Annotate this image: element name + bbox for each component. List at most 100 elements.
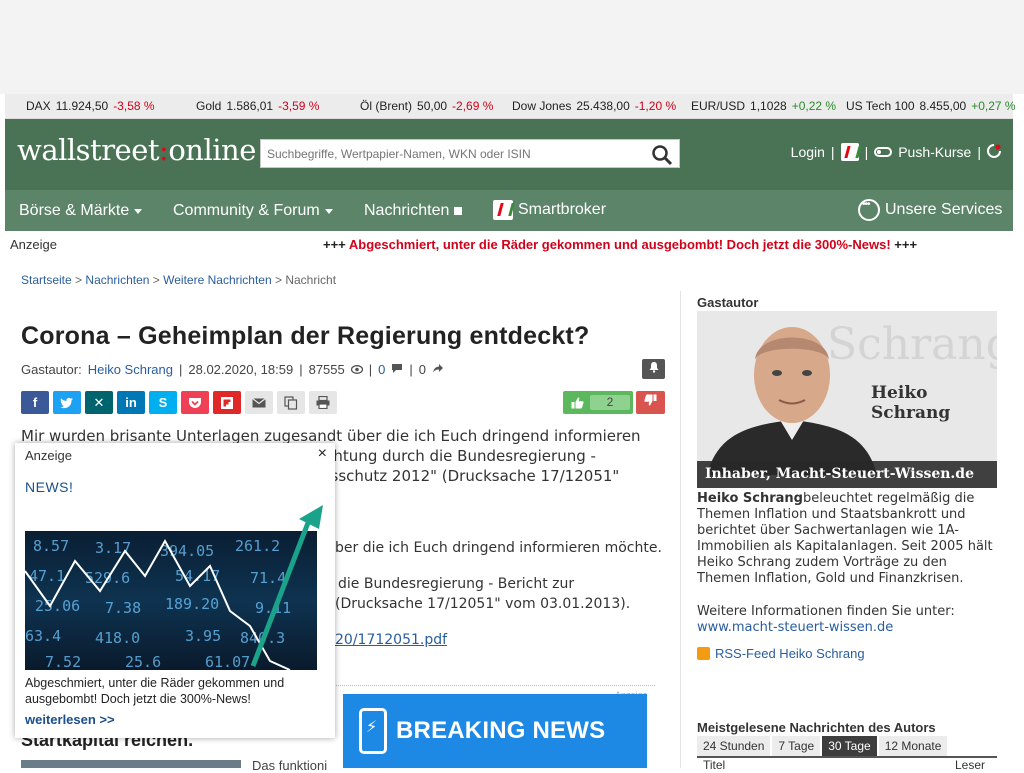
- print-button[interactable]: [309, 391, 337, 414]
- article-date: 28.02.2020, 18:59: [188, 362, 294, 377]
- twitter-icon: [60, 397, 73, 408]
- author-photo[interactable]: Schrang Heiko Schrang Inhaber, Macht-Ste…: [697, 311, 997, 488]
- thumbs-up-icon: [571, 397, 584, 408]
- smartbroker-icon[interactable]: [840, 143, 859, 161]
- dislike-button[interactable]: [636, 391, 665, 414]
- ticker-value: 1,1028: [750, 99, 787, 113]
- skype-share-button[interactable]: S: [149, 391, 177, 414]
- tab-12-monate[interactable]: 12 Monate: [878, 736, 948, 756]
- ad-label: Anzeige: [25, 448, 72, 463]
- ticker-value: 25.438,00: [576, 99, 630, 113]
- site-logo[interactable]: wallstreet:online: [17, 133, 256, 167]
- smartbroker-icon: [493, 200, 513, 220]
- svg-text:25.06: 25.06: [35, 597, 80, 615]
- svg-text:61.07: 61.07: [205, 653, 250, 670]
- linkedin-share-button[interactable]: in: [117, 391, 145, 414]
- share-buttons: f ✕ in S: [21, 391, 337, 414]
- breaking-news-banner[interactable]: BREAKING NEWS: [343, 694, 647, 768]
- author-link[interactable]: Heiko Schrang: [88, 362, 173, 377]
- site-header: wallstreet:online Login | | Push-Kurse |: [5, 119, 1013, 190]
- nav-smartbroker[interactable]: Smartbroker: [493, 200, 606, 220]
- email-share-button[interactable]: [245, 391, 273, 414]
- bell-icon: [649, 362, 658, 373]
- teaser-image[interactable]: [21, 760, 241, 768]
- flipboard-share-button[interactable]: [213, 391, 241, 414]
- notification-bell-button[interactable]: [642, 359, 665, 379]
- comment-count[interactable]: 0: [378, 362, 385, 377]
- ticker-name: EUR/USD: [691, 99, 746, 113]
- ad-promo-link[interactable]: +++ Abgeschmiert, unter die Räder gekomm…: [323, 237, 917, 252]
- floating-ad: Anzeige × NEWS! 8.57 3.17 394.05 261.2 47.1…: [15, 443, 335, 738]
- ticker-change: -2,69 %: [452, 99, 494, 113]
- search-input[interactable]: [261, 140, 641, 167]
- chevron-down-icon: [324, 208, 333, 214]
- pocket-share-button[interactable]: [181, 391, 209, 414]
- ticker-item-gold[interactable]: Gold 1.586,01 -3,59 %: [196, 99, 319, 113]
- column-readers: Leser: [954, 758, 985, 772]
- ticker-item-oil[interactable]: Öl (Brent) 50,00 -2,69 %: [360, 99, 493, 113]
- like-button[interactable]: 2: [563, 391, 633, 414]
- ticker-item-us-tech-100[interactable]: US Tech 100 8.455,00 +0,27 %: [846, 99, 1016, 113]
- login-link[interactable]: Login: [791, 144, 825, 160]
- view-count: 87555: [308, 362, 345, 377]
- twitter-share-button[interactable]: [53, 391, 81, 414]
- breadcrumb-sep: >: [75, 273, 83, 287]
- article-title: Corona – Geheimplan der Regierung entdec…: [21, 322, 590, 350]
- divider: |: [178, 362, 183, 377]
- push-kurse-toggle[interactable]: Push-Kurse: [898, 144, 971, 160]
- tab-24-stunden[interactable]: 24 Stunden: [697, 736, 771, 756]
- phone-icon: [359, 708, 387, 754]
- ticker-item-eur-usd[interactable]: EUR/USD 1,1028 +0,22 %: [691, 99, 836, 113]
- toggle-icon[interactable]: [874, 147, 893, 157]
- most-read-table-header: Titel Leser: [697, 756, 997, 772]
- search-box: [260, 139, 680, 168]
- nav-community-forum[interactable]: Community & Forum: [173, 202, 333, 220]
- ticker-name: US Tech 100: [846, 99, 915, 113]
- nav-unsere-services[interactable]: Unsere Services: [858, 199, 1002, 221]
- share-count: 0: [418, 362, 426, 377]
- search-icon[interactable]: [651, 144, 673, 171]
- rss-feed-link[interactable]: RSS-Feed Heiko Schrang: [715, 646, 865, 661]
- rss-feed: RSS-Feed Heiko Schrang: [697, 646, 865, 661]
- breadcrumb-sep: >: [274, 273, 282, 287]
- svg-text:3.17: 3.17: [95, 539, 131, 557]
- nav-boerse-maerkte[interactable]: Börse & Märkte: [19, 202, 143, 220]
- print-icon: [316, 396, 330, 409]
- nav-label: Community & Forum: [173, 202, 320, 219]
- breadcrumb: Startseite > Nachrichten > Weitere Nachr…: [21, 273, 336, 287]
- tab-30-tage[interactable]: 30 Tage: [822, 736, 877, 756]
- ad-read-more-link[interactable]: weiterlesen >>: [25, 712, 115, 727]
- notification-icon[interactable]: [987, 143, 1001, 161]
- author-label: Gastautor:: [21, 362, 82, 377]
- ad-brand: NEWS!: [25, 479, 74, 495]
- nav-nachrichten[interactable]: Nachrichten: [364, 202, 463, 220]
- close-icon[interactable]: ×: [318, 445, 327, 463]
- most-read-tabs: 24 Stunden 7 Tage 30 Tage 12 Monate: [697, 736, 948, 756]
- svg-text:7.38: 7.38: [105, 599, 141, 617]
- nav-label: Börse & Märkte: [19, 202, 130, 219]
- ticker-name: Dow Jones: [512, 99, 572, 113]
- xing-share-button[interactable]: ✕: [85, 391, 113, 414]
- author-website-link[interactable]: www.macht-steuert-wissen.de: [697, 620, 893, 635]
- tab-7-tage[interactable]: 7 Tage: [772, 736, 821, 756]
- share-arrow-icon[interactable]: [432, 362, 444, 377]
- arrow-up-icon: [250, 505, 323, 667]
- ticker-item-dax[interactable]: DAX 11.924,50 -3,58 %: [26, 99, 155, 113]
- photo-caption: Inhaber, Macht-Steuert-Wissen.de: [697, 461, 997, 488]
- eye-icon: [350, 362, 363, 377]
- author-bio: Heiko Schrangbeleuchtet regelmäßig die T…: [697, 491, 997, 587]
- comment-icon[interactable]: [391, 362, 403, 377]
- divider: |: [409, 362, 413, 377]
- body-paragraph: die Bundesregierung - Bericht zur: [338, 576, 575, 592]
- breadcrumb-more-news[interactable]: Weitere Nachrichten: [163, 273, 272, 287]
- rss-icon: [697, 647, 710, 660]
- pdf-link[interactable]: 20/1712051.pdf: [335, 632, 447, 648]
- svg-text:8.57: 8.57: [33, 537, 69, 555]
- copy-link-button[interactable]: [277, 391, 305, 414]
- ticker-item-dow-jones[interactable]: Dow Jones 25.438,00 -1,20 %: [512, 99, 676, 113]
- breadcrumb-home[interactable]: Startseite: [21, 273, 72, 287]
- body-paragraph: (Drucksache 17/12051" vom 03.01.2013).: [335, 596, 631, 612]
- facebook-share-button[interactable]: f: [21, 391, 49, 414]
- column-title: Titel: [703, 758, 726, 772]
- breadcrumb-news[interactable]: Nachrichten: [85, 273, 149, 287]
